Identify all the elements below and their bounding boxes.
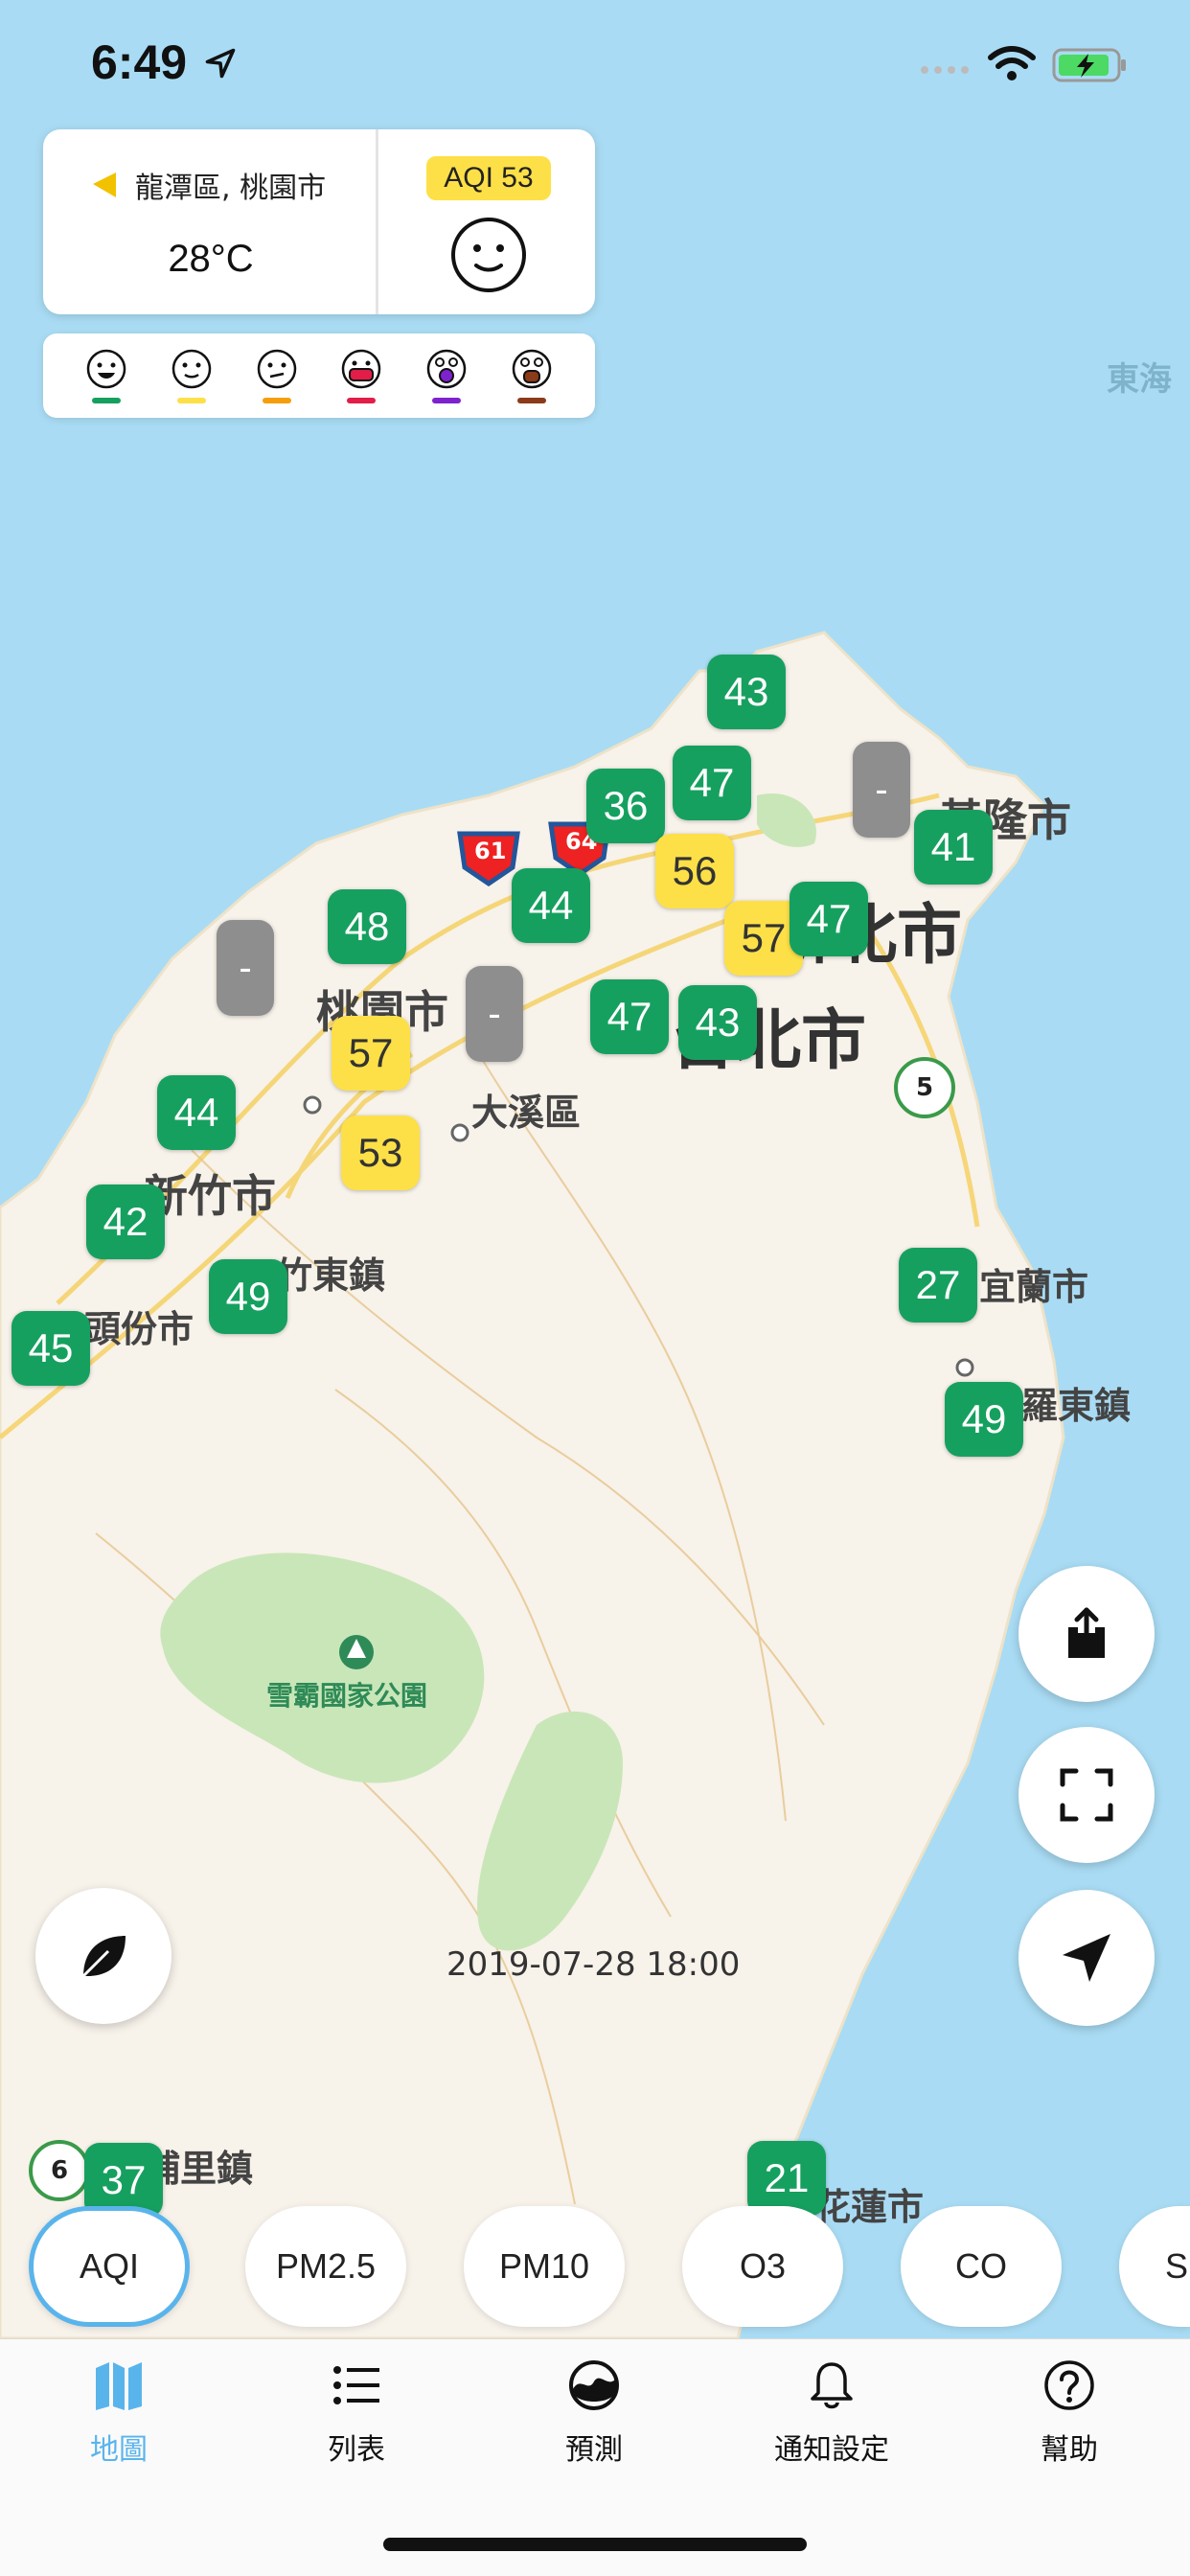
aqi-marker[interactable]: 43 <box>678 985 757 1060</box>
legend-color-bar <box>431 398 461 403</box>
map-label-luodong: 羅東鎮 <box>1021 1385 1132 1427</box>
route-61-label: 61 <box>474 838 507 864</box>
tab-list[interactable]: 列表 <box>280 2358 433 2468</box>
aqi-marker[interactable]: 27 <box>899 1248 977 1322</box>
route-6-label: 6 <box>51 2156 69 2185</box>
aqi-marker[interactable]: 49 <box>209 1259 287 1334</box>
cellular-signal-icon <box>921 66 969 74</box>
pollutant-chip-pm25[interactable]: PM2.5 <box>245 2206 406 2327</box>
location-name: 龍潭區, 桃園市 <box>135 172 327 205</box>
legend-color-bar <box>92 398 122 403</box>
share-icon <box>1068 1607 1105 1658</box>
map-icon <box>96 2362 142 2410</box>
help-icon <box>1044 2360 1094 2410</box>
fullscreen-icon <box>1060 1768 1113 1822</box>
neutral-face-icon <box>172 349 212 389</box>
aqi-marker[interactable]: 44 <box>512 868 590 943</box>
leaf-button[interactable] <box>35 1888 172 2024</box>
locate-arrow-icon <box>1063 1934 1110 1982</box>
aqi-marker-nodata[interactable]: - <box>466 966 523 1062</box>
aqi-legend <box>43 334 595 418</box>
aqi-marker[interactable]: 21 <box>747 2141 826 2216</box>
tab-label: 幫助 <box>1041 2433 1098 2467</box>
share-button[interactable] <box>1018 1566 1155 1702</box>
mask-face-icon <box>342 349 381 389</box>
gas-mask-face-icon <box>426 349 467 389</box>
aqi-marker[interactable]: 41 <box>914 810 993 885</box>
pollutant-selector: AQI PM2.5 PM10 O3 CO S <box>0 2206 1190 2327</box>
aqi-marker[interactable]: 45 <box>11 1311 90 1386</box>
tab-notifications[interactable]: 通知設定 <box>755 2358 908 2468</box>
aqi-marker[interactable]: 48 <box>328 889 406 964</box>
aqi-marker-nodata[interactable]: - <box>217 920 274 1016</box>
map-label-park: 雪霸國家公園 <box>266 1680 428 1712</box>
pollutant-chip-o3[interactable]: O3 <box>682 2206 843 2327</box>
pollutant-chip-co[interactable]: CO <box>901 2206 1062 2327</box>
legend-color-bar <box>347 398 377 403</box>
aqi-badge: AQI 53 <box>426 156 551 200</box>
pollutant-chip-pm10[interactable]: PM10 <box>464 2206 625 2327</box>
tab-forecast[interactable]: 預測 <box>517 2358 671 2468</box>
legend-item-very-unhealthy <box>418 348 475 403</box>
map-label-sea: 東海 <box>1107 360 1172 399</box>
status-time: 6:49 <box>91 35 188 89</box>
map-timestamp: 2019-07-28 18:00 <box>446 1945 741 1984</box>
tab-help[interactable]: 幫助 <box>993 2358 1146 2468</box>
aqi-marker[interactable]: 56 <box>655 834 734 908</box>
legend-color-bar <box>176 398 206 403</box>
aqi-marker[interactable]: 49 <box>945 1382 1023 1457</box>
map-label-yilan: 宜蘭市 <box>979 1266 1089 1308</box>
aqi-marker[interactable]: 57 <box>332 1016 410 1091</box>
legend-color-bar <box>262 398 291 403</box>
aqi-marker[interactable]: 42 <box>86 1184 165 1259</box>
neutral-face-icon <box>451 218 526 292</box>
pollutant-chip-aqi[interactable]: AQI <box>29 2206 190 2327</box>
happy-face-icon <box>87 349 126 389</box>
aqi-marker-nodata[interactable]: - <box>853 742 910 838</box>
forecast-icon <box>569 2360 619 2410</box>
legend-item-good <box>78 348 135 403</box>
legend-item-hazardous <box>503 348 561 403</box>
tab-label: 預測 <box>565 2433 623 2467</box>
aqi-marker[interactable]: 53 <box>341 1116 420 1190</box>
respirator-face-icon <box>512 349 551 389</box>
route-5-label: 5 <box>916 1073 934 1102</box>
legend-item-unhealthy <box>332 348 390 403</box>
aqi-marker[interactable]: 47 <box>673 746 751 820</box>
legend-item-sensitive <box>248 348 306 403</box>
aqi-marker[interactable]: 43 <box>707 655 786 729</box>
aqi-marker[interactable]: 47 <box>590 979 669 1054</box>
location-arrow-icon <box>205 48 236 79</box>
tab-label: 列表 <box>328 2433 385 2467</box>
home-indicator[interactable] <box>383 2538 807 2551</box>
unhappy-face-icon <box>257 349 296 389</box>
status-bar: 6:49 <box>0 29 1190 96</box>
temperature: 28°C <box>168 238 254 280</box>
aqi-marker[interactable]: 36 <box>586 769 665 843</box>
list-icon <box>333 2366 379 2404</box>
leaf-icon <box>81 1936 126 1978</box>
map-label-daxi: 大溪區 <box>471 1092 582 1134</box>
aqi-marker[interactable]: 44 <box>157 1075 236 1150</box>
map-label-toufen: 頭份市 <box>84 1308 195 1350</box>
wifi-icon <box>988 46 1036 80</box>
location-weather-panel: 龍潭區, 桃園市 28°C <box>43 129 378 314</box>
tab-label: 地圖 <box>90 2433 148 2467</box>
tab-label: 通知設定 <box>774 2433 889 2467</box>
location-pointer-icon <box>93 172 116 197</box>
legend-item-moderate <box>163 348 220 403</box>
pollutant-chip-so2[interactable]: S <box>1119 2206 1190 2327</box>
location-aqi-card[interactable]: 龍潭區, 桃園市 28°C AQI 53 <box>43 129 595 314</box>
map-label-zhudong: 竹東鎮 <box>276 1254 386 1297</box>
aqi-marker[interactable]: 47 <box>790 882 868 956</box>
legend-color-bar <box>516 398 546 403</box>
tab-map[interactable]: 地圖 <box>42 2358 195 2468</box>
battery-charging-icon <box>1052 48 1126 82</box>
locate-me-button[interactable] <box>1018 1890 1155 2026</box>
fullscreen-button[interactable] <box>1018 1727 1155 1863</box>
bell-icon <box>811 2362 853 2409</box>
